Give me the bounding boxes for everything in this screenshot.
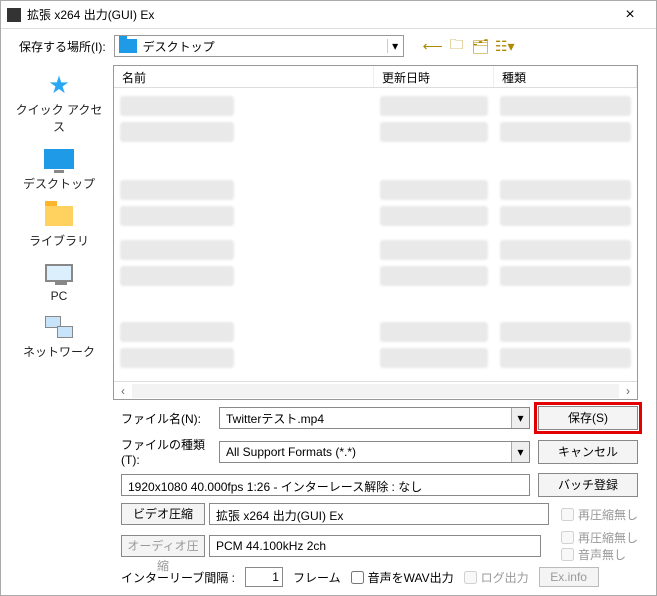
file-list: 名前 更新日時 種類 <box>113 65 638 400</box>
col-name[interactable]: 名前 <box>114 66 374 87</box>
save-location-label: 保存する場所(I): <box>19 38 106 55</box>
interleave-value[interactable] <box>245 567 283 587</box>
close-icon[interactable]: × <box>610 6 650 24</box>
hscrollbar[interactable]: ‹ › <box>114 381 637 399</box>
filetype-dropdown[interactable]: All Support Formats (*.*) ▾ <box>219 441 530 463</box>
folder-icon <box>45 206 73 226</box>
wav-output-checkbox[interactable]: 音声をWAV出力 <box>351 569 454 586</box>
view-menu-icon[interactable]: ☷▾ <box>496 37 514 55</box>
save-button[interactable]: 保存(S) <box>538 406 638 430</box>
video-no-recompress: 再圧縮無し <box>561 506 638 523</box>
folder-icon <box>119 39 137 53</box>
window-title: 拡張 x264 出力(GUI) Ex <box>27 6 610 23</box>
scroll-left-icon[interactable]: ‹ <box>114 384 132 398</box>
star-icon: ★ <box>48 71 70 100</box>
video-info-line: 1920x1080 40.000fps 1:26 - インターレース解除 : な… <box>121 474 530 496</box>
scroll-right-icon[interactable]: › <box>619 384 637 398</box>
back-icon[interactable]: ⟵ <box>424 37 442 55</box>
file-list-body[interactable] <box>114 88 637 381</box>
titlebar: 拡張 x264 出力(GUI) Ex × <box>1 1 656 29</box>
filename-field[interactable] <box>220 408 511 428</box>
sidebar-item-quickaccess[interactable]: ★ クイック アクセス <box>13 71 105 135</box>
column-headers: 名前 更新日時 種類 <box>114 66 637 88</box>
audio-codec-value: PCM 44.100kHz 2ch <box>209 535 541 557</box>
scroll-track[interactable] <box>132 384 619 398</box>
batch-register-button[interactable]: バッチ登録 <box>538 473 638 497</box>
sidebar-item-pc[interactable]: PC <box>13 259 105 303</box>
interleave-label: インターリーブ間隔 : <box>121 569 235 586</box>
chevron-down-icon[interactable]: ▾ <box>387 39 403 53</box>
filetype-value: All Support Formats (*.*) <box>220 442 511 462</box>
filename-label: ファイル名(N): <box>121 410 211 427</box>
col-date[interactable]: 更新日時 <box>374 66 494 87</box>
app-icon <box>7 8 21 22</box>
sidebar-item-desktop[interactable]: デスクトップ <box>13 145 105 192</box>
location-text: デスクトップ <box>141 38 387 55</box>
exinfo-button[interactable]: Ex.info <box>539 567 599 587</box>
nav-icons: ⟵ 🗀 🗂 ☷▾ <box>424 37 514 55</box>
monitor-icon <box>44 149 74 169</box>
new-folder-icon[interactable]: 🗂 <box>472 37 490 55</box>
sidebar-item-libraries[interactable]: ライブラリ <box>13 202 105 249</box>
toolbar: 保存する場所(I): デスクトップ ▾ ⟵ 🗀 🗂 ☷▾ <box>1 29 656 63</box>
up-folder-icon[interactable]: 🗀 <box>448 37 466 55</box>
filename-input[interactable]: ▾ <box>219 407 530 429</box>
pc-icon <box>45 264 73 282</box>
interleave-unit: フレーム <box>293 569 341 586</box>
col-type[interactable]: 種類 <box>494 66 637 87</box>
cancel-button[interactable]: キャンセル <box>538 440 638 464</box>
audio-none: 音声無し <box>561 546 638 563</box>
network-icon <box>45 316 73 338</box>
location-dropdown[interactable]: デスクトップ ▾ <box>114 35 404 57</box>
filetype-label: ファイルの種類(T): <box>121 436 211 467</box>
places-sidebar: ★ クイック アクセス デスクトップ ライブラリ PC ネットワーク <box>13 65 105 400</box>
chevron-down-icon[interactable]: ▾ <box>511 408 529 428</box>
video-compress-button[interactable]: ビデオ圧縮 <box>121 503 205 525</box>
audio-compress-button: オーディオ圧縮 <box>121 535 205 557</box>
video-codec-value: 拡張 x264 出力(GUI) Ex <box>209 503 549 525</box>
audio-no-recompress: 再圧縮無し <box>561 529 638 546</box>
log-output-checkbox: ログ出力 <box>464 569 529 586</box>
chevron-down-icon[interactable]: ▾ <box>511 442 529 462</box>
sidebar-item-network[interactable]: ネットワーク <box>13 313 105 360</box>
